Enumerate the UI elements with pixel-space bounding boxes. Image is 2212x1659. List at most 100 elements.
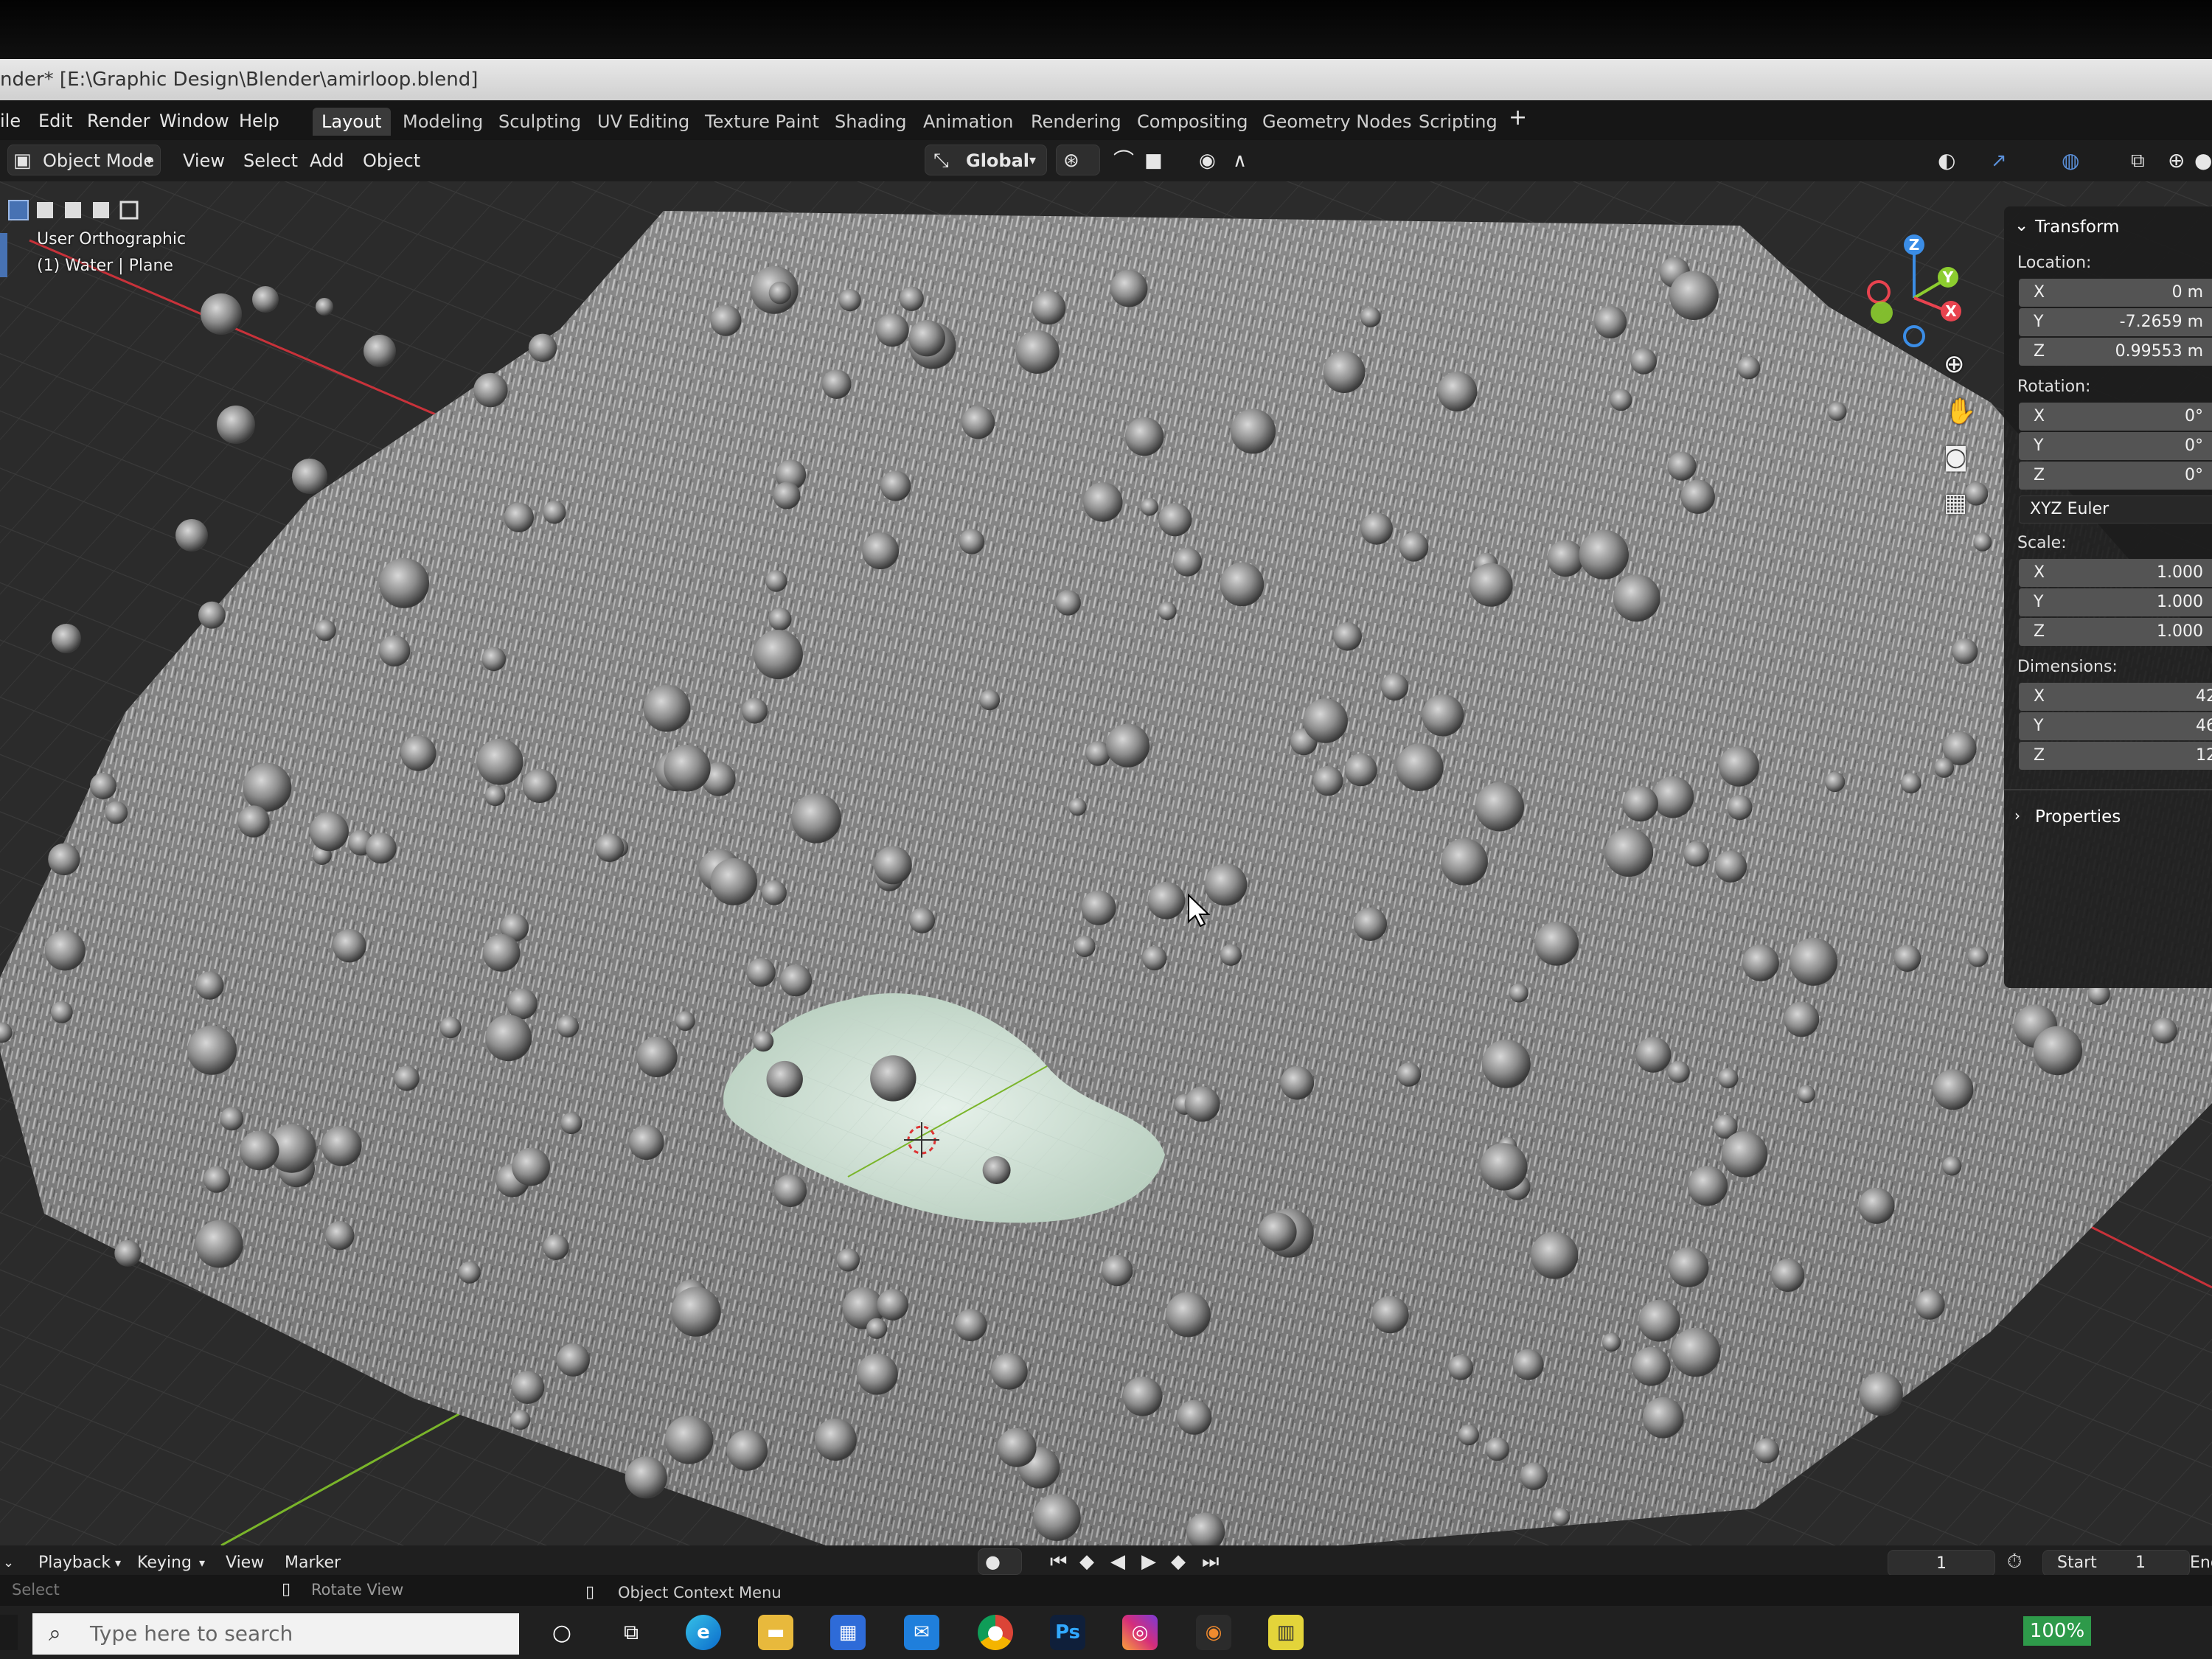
proportional-editing-icon[interactable]: ◉ <box>1199 146 1216 175</box>
task-view-icon[interactable]: ⧉ <box>613 1615 649 1650</box>
tab-layout[interactable]: Layout <box>313 108 391 136</box>
sphere <box>1967 946 1989 967</box>
instagram-icon[interactable]: ◎ <box>1122 1615 1158 1650</box>
timeline-menu-playback[interactable]: Playback <box>38 1548 111 1578</box>
menu-edit[interactable]: Edit <box>38 108 72 134</box>
sphere <box>1344 754 1377 787</box>
end-label[interactable]: End <box>2190 1548 2212 1578</box>
jump-end-icon[interactable]: ⏭ <box>1202 1547 1219 1576</box>
taskbar-search-input[interactable]: ⌕ Type here to search <box>32 1613 519 1655</box>
sphere <box>239 1130 279 1171</box>
mail-icon[interactable]: ✉ <box>904 1615 939 1650</box>
wireframe-shading-icon[interactable]: ⊕ <box>2168 146 2185 175</box>
rotation-y-field[interactable]: Y 0° <box>2019 432 2212 460</box>
location-y-field[interactable]: Y -7.2659 m <box>2019 308 2212 336</box>
sphere <box>543 501 566 524</box>
store-icon[interactable]: ▦ <box>830 1615 866 1650</box>
header-menu-object[interactable]: Object <box>363 146 420 175</box>
gizmo-toggle-icon[interactable]: ↗ <box>1991 146 2007 175</box>
editor-type-icon[interactable]: ⌄ <box>3 1548 14 1578</box>
transform-chevron-icon[interactable]: ⌄ <box>2014 212 2028 239</box>
sphere <box>877 1289 908 1321</box>
play-reverse-icon[interactable]: ◀ <box>1110 1547 1125 1576</box>
zoom-icon[interactable]: ⊕ <box>1944 349 1965 379</box>
sphere <box>1789 937 1838 986</box>
current-frame-field[interactable]: 1 <box>1888 1550 1995 1576</box>
start-button[interactable] <box>0 1615 18 1650</box>
sphere <box>504 502 534 532</box>
select-tool-icons[interactable] <box>4 196 145 226</box>
header-menu-select[interactable]: Select <box>243 146 298 175</box>
header-menu-view[interactable]: View <box>183 146 225 175</box>
play-icon[interactable]: ▶ <box>1141 1547 1156 1576</box>
navigation-gizmo[interactable]: Z Y X <box>1843 226 1969 351</box>
chrome-icon[interactable]: ● <box>978 1615 1013 1650</box>
pan-hand-icon[interactable]: ✋ <box>1945 397 1976 426</box>
tab-rendering[interactable]: Rendering <box>1022 108 1130 136</box>
menu-window[interactable]: Window <box>159 108 229 134</box>
tab-modeling[interactable]: Modeling <box>394 108 492 136</box>
prev-keyframe-icon[interactable]: ◆ <box>1079 1547 1094 1576</box>
rotation-mode-dropdown[interactable]: XYZ Euler <box>2019 495 2212 524</box>
sphere <box>1371 1295 1409 1334</box>
sphere <box>243 762 292 812</box>
header-menu-add[interactable]: Add <box>310 146 344 175</box>
properties-chevron-icon[interactable]: › <box>2014 802 2020 829</box>
dimensions-y-field[interactable]: Y 46 <box>2019 712 2212 740</box>
rotation-z-field[interactable]: Z 0° <box>2019 462 2212 490</box>
menu-file[interactable]: ile <box>0 108 21 134</box>
solid-shading-icon[interactable]: ● <box>2194 146 2212 175</box>
location-x-field[interactable]: X0 m <box>2019 279 2212 307</box>
xray-icon[interactable]: ⧉ <box>2131 146 2145 175</box>
scale-x-field[interactable]: X 1.000 <box>2019 559 2212 587</box>
location-z-field[interactable]: Z 0.99553 m <box>2019 338 2212 366</box>
photoshop-icon[interactable]: Ps <box>1050 1615 1085 1650</box>
next-keyframe-icon[interactable]: ◆ <box>1171 1547 1186 1576</box>
tab-shading[interactable]: Shading <box>826 108 916 136</box>
cortana-icon[interactable]: ○ <box>544 1615 580 1650</box>
timeline-menu-keying[interactable]: Keying <box>137 1548 192 1578</box>
blender-icon[interactable]: ◉ <box>1196 1615 1231 1650</box>
dimensions-x-field[interactable]: X 42 <box>2019 683 2212 711</box>
overlays-icon[interactable]: ◍ <box>2062 146 2079 175</box>
tab-texture-paint[interactable]: Texture Paint <box>696 108 828 136</box>
sphere <box>982 1156 1011 1184</box>
scale-z-field[interactable]: Z 1.000 <box>2019 618 2212 646</box>
edge-icon[interactable]: e <box>686 1615 721 1650</box>
chevron-down-icon: ▾ <box>1029 153 1037 168</box>
jump-start-icon[interactable]: ⏮ <box>1050 1547 1067 1576</box>
perspective-toggle-icon[interactable]: ▦ <box>1944 488 1967 518</box>
tab-scripting[interactable]: Scripting <box>1410 108 1506 136</box>
scale-y-field[interactable]: Y 1.000 <box>2019 588 2212 616</box>
dimensions-z-field[interactable]: Z 12 <box>2019 742 2212 770</box>
rotation-x-field[interactable]: X 0° <box>2019 403 2212 431</box>
visibility-icon[interactable]: ◐ <box>1938 146 1955 175</box>
preview-range-icon[interactable]: ⏱ <box>2007 1547 2022 1576</box>
3d-viewport[interactable]: User Orthographic (1) Water | Plane Z Y … <box>0 181 2212 1545</box>
menu-help[interactable]: Help <box>239 108 279 134</box>
timeline-menu-view[interactable]: View <box>226 1548 264 1578</box>
menu-render[interactable]: Render <box>87 108 150 134</box>
timeline-menu-marker[interactable]: Marker <box>285 1548 341 1578</box>
properties-title[interactable]: Properties <box>2035 804 2121 830</box>
sphere <box>2151 1018 2177 1044</box>
sphere <box>1447 1354 1474 1380</box>
falloff-icon[interactable]: ∧ <box>1233 146 1247 175</box>
tab-uv-editing[interactable]: UV Editing <box>588 108 698 136</box>
snap-icon[interactable]: ⌒ <box>1113 146 1134 175</box>
tab-compositing[interactable]: Compositing <box>1128 108 1256 136</box>
sphere <box>1594 306 1627 338</box>
sphere <box>875 313 909 347</box>
sticky-app-icon[interactable]: ▥ <box>1268 1615 1304 1650</box>
tab-animation[interactable]: Animation <box>914 108 1022 136</box>
active-object-info: (1) Water | Plane <box>37 257 173 275</box>
tab-geometry-nodes[interactable]: Geometry Nodes <box>1253 108 1420 136</box>
sphere <box>528 333 557 362</box>
file-explorer-icon[interactable]: ▬ <box>758 1615 793 1650</box>
add-workspace-icon[interactable]: + <box>1509 105 1527 131</box>
snap-target-icon[interactable]: ■ <box>1144 146 1163 175</box>
camera-view-icon[interactable]: ◙ <box>1944 442 1968 472</box>
sphere <box>1147 881 1186 919</box>
sphere <box>292 459 327 494</box>
tab-sculpting[interactable]: Sculpting <box>490 108 590 136</box>
